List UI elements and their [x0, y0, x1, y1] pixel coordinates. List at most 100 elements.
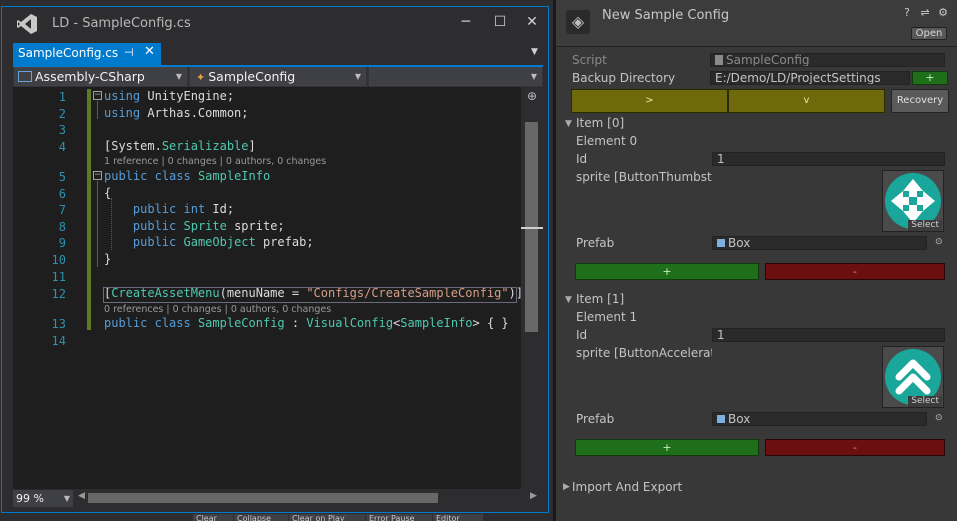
- collapse-all-button[interactable]: v: [728, 89, 885, 113]
- add-backup-button[interactable]: +: [912, 71, 948, 85]
- chevron-down-icon: ▼: [354, 72, 361, 81]
- code-line[interactable]: public Sprite sprite;: [104, 219, 285, 233]
- item-1-add-button[interactable]: +: [575, 439, 759, 456]
- line-number: 1: [58, 90, 66, 104]
- recovery-button[interactable]: Recovery: [891, 89, 949, 113]
- current-line-highlight: [103, 287, 517, 303]
- code-line[interactable]: public class SampleInfo: [104, 169, 270, 183]
- code-line[interactable]: public int Id;: [104, 202, 234, 216]
- code-line[interactable]: }: [104, 252, 111, 266]
- code-token: SampleInfo: [400, 316, 473, 330]
- codelens-sampleinfo[interactable]: 1 reference | 0 changes | 0 authors, 0 c…: [104, 156, 326, 167]
- help-icon[interactable]: ?: [901, 7, 913, 19]
- item-1-header[interactable]: Item [1]: [576, 292, 624, 306]
- item-1-id-field[interactable]: 1: [712, 328, 945, 342]
- close-window-button[interactable]: ✕: [518, 12, 546, 32]
- line-number: 13: [51, 317, 66, 331]
- item-0-prefab-label: Prefab: [576, 236, 615, 250]
- item-0-select-button[interactable]: Select: [908, 220, 942, 231]
- code-token: public: [104, 316, 148, 330]
- line-number: 5: [58, 170, 66, 184]
- code-line[interactable]: using UnityEngine;: [104, 89, 234, 103]
- minimize-button[interactable]: ─: [452, 12, 480, 32]
- item-0-sprite-field[interactable]: Select: [882, 170, 944, 232]
- code-token: int: [183, 202, 206, 216]
- import-export-fold-icon[interactable]: ▶: [563, 482, 570, 492]
- collapse-region-icon[interactable]: −: [93, 171, 102, 180]
- item-1-prefab-field[interactable]: Box: [712, 412, 927, 426]
- item-1-remove-button[interactable]: -: [765, 439, 945, 456]
- item-0-id-field[interactable]: 1: [712, 152, 945, 166]
- console-editor-button[interactable]: Editor: [433, 514, 483, 521]
- object-picker-icon[interactable]: ⊙: [935, 237, 943, 247]
- zoom-dropdown[interactable]: 99 % ▼: [13, 490, 73, 507]
- class-icon: ✦: [196, 71, 206, 84]
- scroll-left-icon[interactable]: ◀: [78, 491, 85, 501]
- maximize-button[interactable]: ☐: [486, 12, 514, 32]
- code-line[interactable]: [System.Serializable]: [104, 139, 256, 153]
- code-token: using: [104, 89, 141, 103]
- item-0-remove-button[interactable]: -: [765, 263, 945, 280]
- line-number: 12: [51, 287, 66, 301]
- scroll-right-icon[interactable]: ▶: [530, 491, 537, 501]
- unity-asset-icon: ◈: [566, 10, 590, 34]
- open-button[interactable]: Open: [911, 27, 947, 40]
- line-number: 3: [58, 123, 66, 137]
- console-error-pause-button[interactable]: Error Pause: [366, 514, 432, 521]
- preset-icon[interactable]: ⇌: [919, 7, 931, 19]
- backup-directory-label: Backup Directory: [572, 71, 676, 85]
- close-tab-icon[interactable]: ✕: [144, 44, 155, 59]
- item-1-fold-icon[interactable]: ▼: [565, 295, 572, 305]
- item-0-fold-icon[interactable]: ▼: [565, 119, 572, 129]
- item-1-select-button[interactable]: Select: [908, 396, 942, 407]
- type-dropdown[interactable]: ✦ SampleConfig ▼: [190, 67, 366, 86]
- tab-label: SampleConfig.cs: [18, 46, 119, 60]
- item-1-sprite-field[interactable]: Select: [882, 346, 944, 408]
- codelens-sampleconfig[interactable]: 0 references | 0 changes | 0 authors, 0 …: [104, 304, 331, 315]
- gear-icon[interactable]: ⚙: [937, 7, 949, 19]
- expand-all-button[interactable]: >: [571, 89, 728, 113]
- item-0-sprite-label: sprite [ButtonThumbstic: [576, 170, 712, 184]
- item-0-add-button[interactable]: +: [575, 263, 759, 280]
- item-1-element-label: Element 1: [576, 310, 638, 324]
- console-clear-on-play-button[interactable]: Clear on Play: [289, 514, 365, 521]
- visual-studio-logo-icon: [17, 14, 37, 34]
- console-collapse-button[interactable]: Collapse: [234, 514, 288, 521]
- line-number: 6: [58, 187, 66, 201]
- pin-tab-icon[interactable]: ⊣: [124, 46, 134, 59]
- split-editor-icon[interactable]: ⊕: [527, 89, 537, 103]
- item-0-header[interactable]: Item [0]: [576, 116, 624, 130]
- line-number: 7: [58, 203, 66, 217]
- horizontal-scroll-thumb[interactable]: [88, 493, 438, 503]
- code-token: Serializable: [161, 139, 249, 153]
- code-line[interactable]: public GameObject prefab;: [104, 235, 314, 249]
- code-line[interactable]: public class SampleConfig : VisualConfig…: [104, 316, 509, 330]
- item-1-id-label: Id: [576, 328, 588, 342]
- member-dropdown[interactable]: ▼: [369, 67, 542, 86]
- code-token: class: [154, 169, 191, 183]
- console-clear-button[interactable]: Clear: [193, 514, 233, 521]
- code-token: :: [284, 316, 307, 330]
- code-token: }: [104, 252, 112, 266]
- code-token: SampleInfo: [197, 169, 271, 183]
- item-0-prefab-field[interactable]: Box: [712, 236, 927, 250]
- fold-guide: [97, 101, 98, 119]
- object-picker-icon[interactable]: ⊙: [935, 413, 943, 423]
- code-line[interactable]: {: [104, 186, 111, 200]
- import-export-foldout[interactable]: Import And Export: [572, 480, 682, 494]
- csharp-project-icon: [18, 71, 32, 82]
- code-line[interactable]: using Arthas.Common;: [104, 106, 249, 120]
- backup-directory-field[interactable]: E:/Demo/LD/ProjectSettings: [710, 71, 910, 85]
- tab-overflow-dropdown-icon[interactable]: ▼: [531, 47, 538, 57]
- code-token: {: [104, 186, 112, 200]
- project-dropdown[interactable]: Assembly-CSharp ▼: [14, 67, 187, 86]
- type-dropdown-value: SampleConfig: [208, 69, 296, 84]
- collapse-region-icon[interactable]: −: [93, 91, 102, 100]
